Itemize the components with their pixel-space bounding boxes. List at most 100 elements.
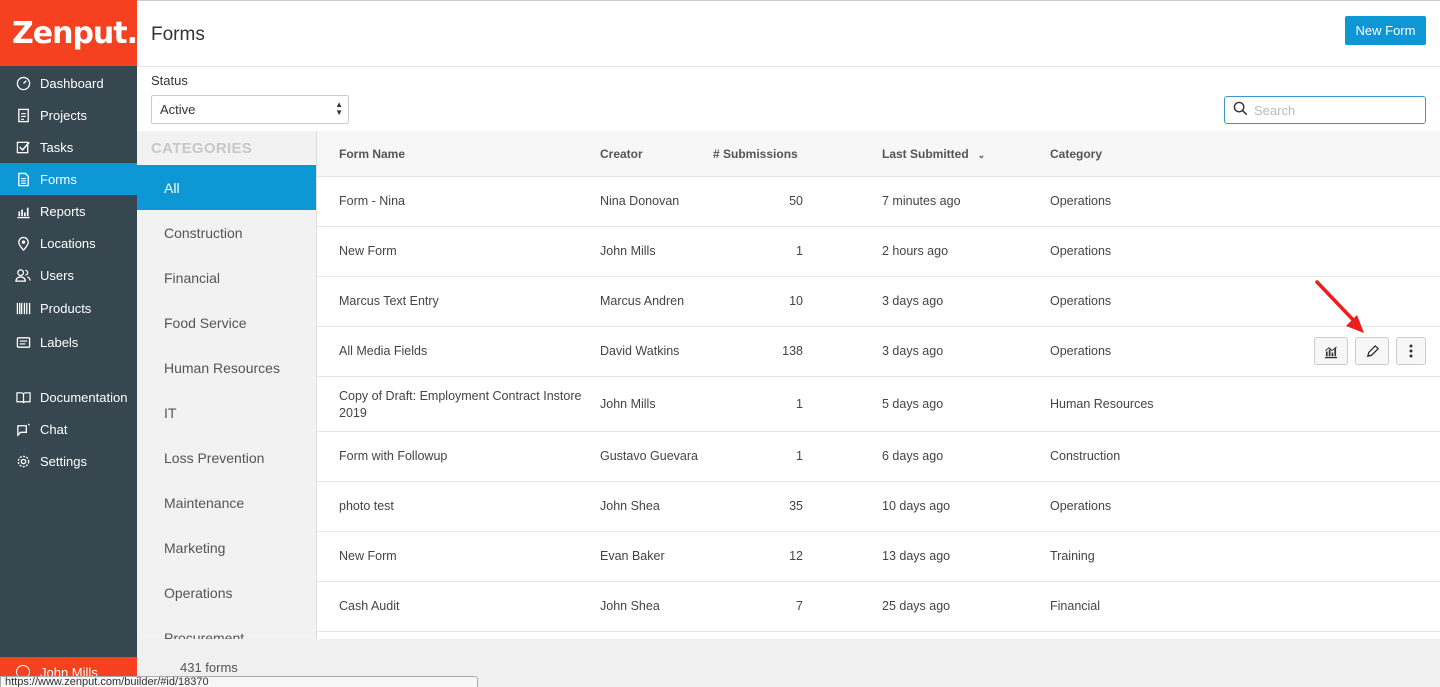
bar-chart-icon [14, 202, 32, 220]
document-icon [14, 170, 32, 188]
checkbox-icon [14, 138, 32, 156]
creator-cell: Nina Donovan [600, 194, 680, 208]
category-cell: Financial [1050, 599, 1101, 613]
category-cell: Operations [1050, 194, 1112, 208]
main-nav: Dashboard Projects Tasks Forms Reports L… [0, 67, 137, 477]
form-name-cell[interactable]: All Media Fields [339, 344, 427, 358]
form-name-cell[interactable]: Cash Audit [339, 599, 399, 613]
table-row[interactable]: New Form Evan Baker 12 13 days ago Train… [317, 532, 1440, 582]
submissions-cell: 138 [782, 344, 803, 358]
creator-cell: John Mills [600, 244, 656, 258]
last-submitted-cell: 13 days ago [882, 549, 951, 563]
categories-panel: CATEGORIES All Construction Financial Fo… [137, 131, 317, 639]
category-cell: Operations [1050, 244, 1112, 258]
reports-button[interactable] [1314, 337, 1348, 365]
category-cell: Human Resources [1050, 397, 1154, 411]
nav-item-settings[interactable]: Settings [0, 445, 137, 477]
creator-cell: John Shea [600, 499, 660, 513]
nav-item-documentation[interactable]: Documentation [0, 381, 137, 413]
table-row-hovered[interactable]: All Media Fields David Watkins 138 3 day… [317, 327, 1440, 377]
category-cell: Training [1050, 549, 1095, 563]
creator-cell: Evan Baker [600, 549, 665, 563]
nav-item-chat[interactable]: Chat [0, 413, 137, 445]
table-row[interactable]: Copy of Draft: Employment Contract Insto… [317, 377, 1440, 432]
header-divider [137, 66, 1440, 67]
category-loss-prevention[interactable]: Loss Prevention [137, 435, 317, 480]
form-name-cell[interactable]: photo test [339, 499, 394, 513]
edit-form-button[interactable] [1355, 337, 1389, 365]
table-row[interactable]: New Form John Mills 1 2 hours ago Operat… [317, 227, 1440, 277]
nav-item-products[interactable]: Products [0, 291, 137, 326]
column-header-category[interactable]: Category [1050, 147, 1102, 161]
table-header: Form Name Creator # Submissions Last Sub… [317, 131, 1440, 177]
form-count: 431 forms [180, 660, 238, 675]
category-cell: Construction [1050, 449, 1121, 463]
category-procurement[interactable]: Procurement [137, 615, 317, 640]
table-row[interactable]: Marcus Text Entry Marcus Andren 10 3 day… [317, 277, 1440, 327]
category-operations[interactable]: Operations [137, 570, 317, 615]
form-name-cell[interactable]: Copy of Draft: Employment Contract Insto… [339, 388, 581, 422]
nav-item-forms[interactable]: Forms [0, 163, 137, 195]
table-row[interactable]: Form with Followup Gustavo Guevara 1 6 d… [317, 432, 1440, 482]
pencil-icon [1366, 344, 1379, 357]
search-field[interactable] [1224, 96, 1426, 124]
form-name-cell[interactable]: Form - Nina [339, 194, 405, 208]
form-name-cell[interactable]: New Form [339, 549, 397, 563]
submissions-cell: 7 [796, 599, 803, 613]
category-it[interactable]: IT [137, 390, 317, 435]
nav-item-projects[interactable]: Projects [0, 99, 137, 131]
chat-icon [14, 420, 32, 438]
nav-item-reports[interactable]: Reports [0, 195, 137, 227]
last-submitted-cell: 7 minutes ago [882, 194, 961, 208]
sort-chevron-down-icon: ⌄ [977, 150, 986, 160]
column-header-submissions[interactable]: # Submissions [713, 147, 798, 161]
creator-cell: Gustavo Guevara [600, 449, 698, 463]
last-submitted-cell: 10 days ago [882, 499, 951, 513]
form-name-cell[interactable]: Marcus Text Entry [339, 294, 439, 308]
zenput-logo[interactable]: Zenput. [0, 0, 138, 66]
submissions-cell: 1 [796, 449, 803, 463]
nav-item-dashboard[interactable]: Dashboard [0, 67, 137, 99]
label-icon [14, 334, 32, 352]
category-maintenance[interactable]: Maintenance [137, 480, 317, 525]
category-all[interactable]: All [137, 165, 317, 210]
category-food-service[interactable]: Food Service [137, 300, 317, 345]
column-header-last-submitted[interactable]: Last Submitted ⌄ [882, 147, 985, 161]
more-options-button[interactable] [1396, 337, 1426, 365]
row-actions [1314, 337, 1426, 365]
category-human-resources[interactable]: Human Resources [137, 345, 317, 390]
submissions-cell: 50 [789, 194, 803, 208]
category-marketing[interactable]: Marketing [137, 525, 317, 570]
category-financial[interactable]: Financial [137, 255, 317, 300]
gear-icon [14, 452, 32, 470]
submissions-cell: 12 [789, 549, 803, 563]
last-submitted-cell: 3 days ago [882, 294, 944, 308]
nav-item-tasks[interactable]: Tasks [0, 131, 137, 163]
creator-cell: John Shea [600, 599, 660, 613]
table-row[interactable]: Form - Nina Nina Donovan 50 7 minutes ag… [317, 177, 1440, 227]
table-row[interactable]: photo test John Shea 35 10 days ago Oper… [317, 482, 1440, 532]
column-header-creator[interactable]: Creator [600, 147, 643, 161]
book-icon [14, 388, 32, 406]
page-title: Forms [151, 24, 205, 45]
submissions-cell: 10 [789, 294, 803, 308]
main-content: Forms New Form Status Active ▲▼ CATEGORI… [137, 0, 1440, 687]
map-pin-icon [14, 234, 32, 252]
form-name-cell[interactable]: New Form [339, 244, 397, 258]
status-select[interactable]: Active ▲ ▼ [151, 95, 349, 124]
creator-cell: Marcus Andren [600, 294, 685, 308]
bar-chart-icon [1324, 345, 1338, 358]
nav-item-users[interactable]: Users [0, 259, 137, 291]
submissions-cell: 1 [796, 397, 803, 411]
new-form-button[interactable]: New Form [1345, 16, 1426, 45]
table-row[interactable]: Cash Audit John Shea 7 25 days ago Finan… [317, 582, 1440, 632]
submissions-cell: 1 [796, 244, 803, 258]
search-input[interactable] [1254, 102, 1414, 118]
categories-header: CATEGORIES [151, 139, 253, 157]
category-construction[interactable]: Construction [137, 210, 317, 255]
form-name-cell[interactable]: Form with Followup [339, 449, 447, 463]
column-header-form-name[interactable]: Form Name [339, 147, 405, 161]
nav-item-locations[interactable]: Locations [0, 227, 137, 259]
nav-item-labels[interactable]: Labels [0, 326, 137, 359]
creator-cell: John Mills [600, 397, 656, 411]
